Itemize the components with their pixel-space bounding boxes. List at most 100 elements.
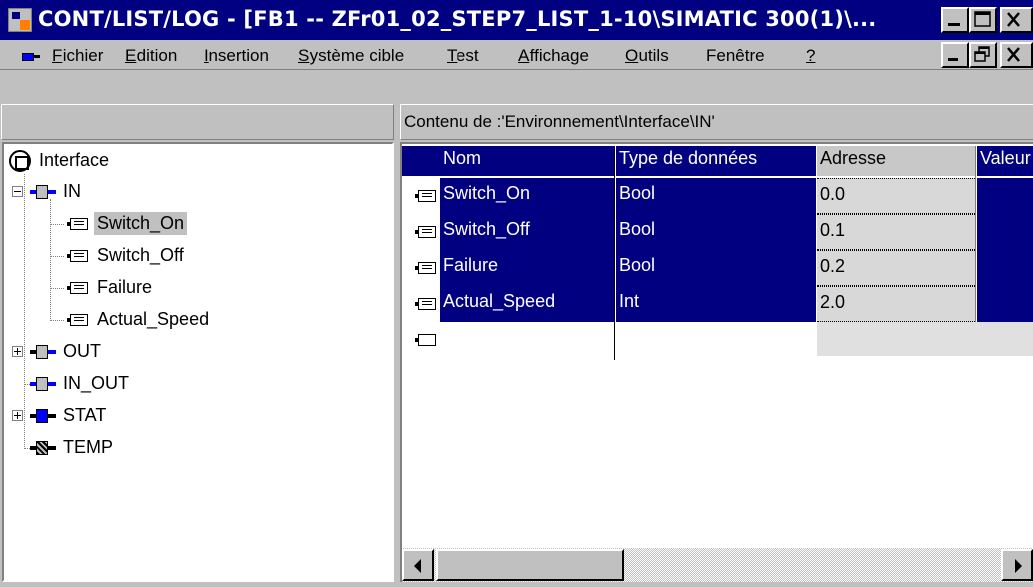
tree-node-temp[interactable]: TEMP — [4, 433, 204, 463]
tree-node-in-out[interactable]: IN_OUT — [4, 369, 204, 399]
tree-node-interface[interactable]: Interface — [4, 146, 204, 176]
variable-icon — [67, 282, 88, 294]
new-row-address[interactable] — [817, 322, 1033, 356]
scrollbar-thumb[interactable] — [436, 549, 624, 581]
tree-node-stat[interactable]: STAT — [4, 401, 204, 431]
horizontal-scrollbar[interactable] — [402, 548, 1033, 582]
column-header-valeur[interactable]: Valeur — [977, 146, 1033, 176]
interface-tree: Interface IN Switch_On Switch_Off Failur… — [4, 144, 392, 580]
cell-name[interactable]: Actual_Speed — [440, 286, 614, 322]
temp-param-icon — [30, 441, 56, 455]
tree-node-in[interactable]: IN — [4, 177, 204, 207]
minimize-icon — [948, 58, 958, 61]
menu-affichage[interactable]: AAffichage — [518, 46, 589, 66]
tree-label: TEMP — [63, 437, 114, 457]
column-header-adresse[interactable]: Adresse — [817, 146, 975, 176]
window-title: CONT/LIST/LOG - [FB1 -- ZFr01_02_STEP7_L… — [38, 7, 877, 31]
menu-insertion[interactable]: IInsertion — [204, 46, 269, 66]
maximize-button[interactable] — [969, 7, 997, 33]
cell-type[interactable]: Bool — [616, 250, 816, 286]
cell-address[interactable]: 0.1 — [817, 214, 975, 250]
variable-icon — [67, 314, 88, 326]
variable-icon — [415, 226, 436, 238]
interface-tree-pane[interactable]: Interface IN Switch_On Switch_Off Failur… — [2, 142, 394, 582]
tree-label: Switch_Off — [97, 245, 184, 265]
menu-bar: FFichier EEdition IInsertion SSystème ci… — [0, 40, 1033, 70]
tree-label: Switch_On — [94, 212, 188, 235]
title-bar[interactable]: CONT/LIST/LOG - [FB1 -- ZFr01_02_STEP7_L… — [0, 0, 1033, 40]
column-header-type[interactable]: Type de données — [616, 146, 816, 176]
interface-icon — [9, 150, 31, 172]
variable-icon — [415, 190, 436, 202]
arrow-left-icon — [414, 559, 421, 573]
static-param-icon — [30, 409, 56, 423]
variables-table: Nom Type de données Adresse Valeur Switc… — [402, 144, 1033, 544]
cell-type[interactable]: Bool — [616, 178, 816, 214]
scroll-left-button[interactable] — [402, 549, 434, 581]
document-system-icon[interactable] — [22, 51, 40, 62]
column-separator — [614, 146, 615, 360]
new-row-icon — [415, 334, 436, 346]
column-separator — [975, 146, 976, 322]
cell-address[interactable]: 2.0 — [817, 286, 975, 322]
cell-name[interactable]: Switch_On — [440, 178, 614, 214]
collapse-icon[interactable] — [12, 186, 23, 197]
tree-label: Failure — [97, 277, 153, 297]
tree-node-switch-on[interactable]: Switch_On — [4, 209, 264, 239]
expand-icon[interactable] — [12, 346, 23, 357]
cell-name[interactable]: Failure — [440, 250, 614, 286]
cell-type[interactable]: Bool — [616, 214, 816, 250]
expand-icon[interactable] — [12, 410, 23, 421]
tree-node-actual-speed[interactable]: Actual_Speed — [4, 305, 304, 335]
menu-fichier[interactable]: FFichier — [52, 46, 103, 66]
close-icon — [1007, 47, 1020, 62]
tree-header — [1, 104, 394, 140]
menu-help[interactable]: ? — [806, 46, 815, 66]
tree-label: IN — [63, 181, 81, 201]
variable-icon — [67, 250, 88, 262]
menu-fenetre[interactable]: Fenêtre — [706, 46, 765, 66]
tree-label: STAT — [63, 405, 107, 425]
child-restore-button[interactable] — [969, 42, 997, 68]
cell-value[interactable] — [977, 214, 1033, 250]
arrow-right-icon — [1015, 559, 1022, 573]
row-header-corner — [402, 146, 440, 176]
tree-label: Interface — [39, 150, 110, 170]
variable-icon — [415, 298, 436, 310]
tree-node-out[interactable]: OUT — [4, 337, 204, 367]
menu-outils[interactable]: OOutils — [625, 46, 669, 66]
variables-table-pane[interactable]: Nom Type de données Adresse Valeur Switc… — [400, 142, 1033, 582]
close-button[interactable] — [1000, 7, 1033, 33]
cell-value[interactable] — [977, 286, 1033, 322]
cell-type[interactable]: Int — [616, 286, 816, 322]
simatic-app-icon[interactable] — [8, 8, 32, 32]
minimize-button[interactable] — [941, 7, 969, 33]
inout-param-icon — [30, 377, 56, 391]
variable-icon — [67, 218, 88, 230]
output-param-icon — [30, 345, 56, 359]
tree-label: Actual_Speed — [97, 309, 210, 329]
minimize-icon — [948, 23, 960, 26]
maximize-icon — [974, 11, 991, 27]
menu-test[interactable]: TTest — [447, 46, 479, 66]
close-icon — [1007, 12, 1020, 27]
tree-node-failure[interactable]: Failure — [4, 273, 264, 303]
menu-edition[interactable]: EEdition — [125, 46, 177, 66]
column-header-nom[interactable]: Nom — [440, 146, 614, 176]
cell-value[interactable] — [977, 178, 1033, 214]
menu-systeme-cible[interactable]: SSystème cible — [298, 46, 404, 66]
cell-name[interactable]: Switch_Off — [440, 214, 614, 250]
tree-label: IN_OUT — [63, 373, 130, 393]
child-minimize-button[interactable] — [941, 42, 969, 68]
tree-label: OUT — [63, 341, 101, 361]
cell-value[interactable] — [977, 250, 1033, 286]
cell-address[interactable]: 0.2 — [817, 250, 975, 286]
scroll-right-button[interactable] — [1001, 549, 1033, 581]
restore-icon — [974, 46, 990, 62]
cell-address[interactable]: 0.0 — [817, 178, 975, 214]
tree-node-switch-off[interactable]: Switch_Off — [4, 241, 264, 271]
content-path-header: Contenu de :'Environnement\Interface\IN' — [400, 104, 1033, 140]
variable-icon — [415, 262, 436, 274]
input-param-icon — [30, 185, 56, 199]
child-close-button[interactable] — [1000, 42, 1033, 68]
